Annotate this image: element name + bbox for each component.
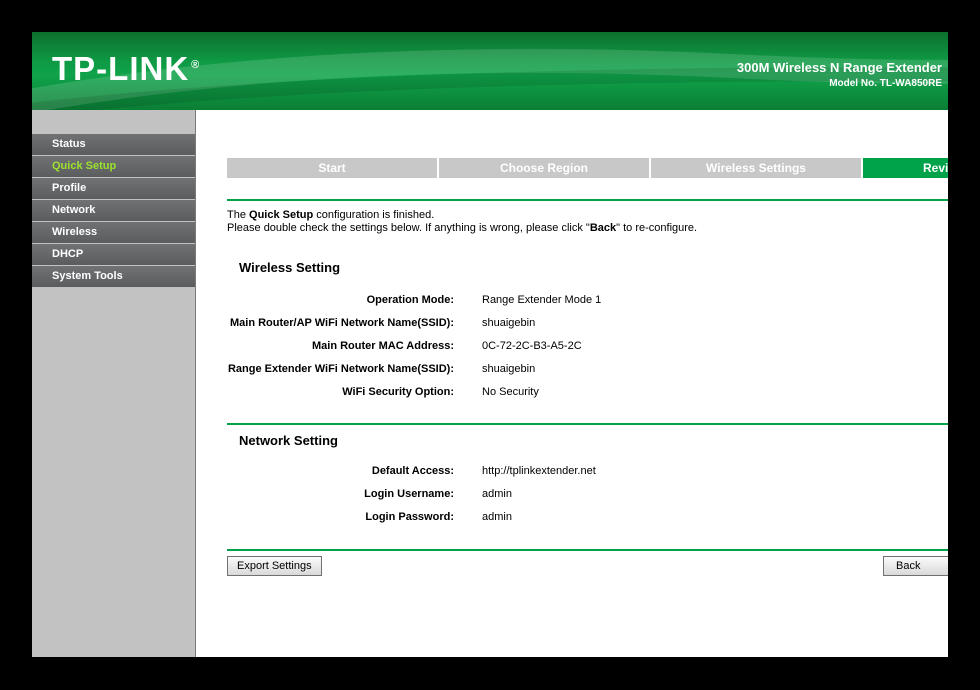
sidebar-item-label: DHCP <box>52 248 83 260</box>
sidebar-item-system-tools[interactable]: System Tools <box>32 266 195 287</box>
setting-row: WiFi Security Option: No Security <box>196 380 980 403</box>
intro-text: The Quick Setup configuration is finishe… <box>227 209 697 235</box>
divider <box>227 549 980 551</box>
setting-value: shuaigebin <box>454 363 535 375</box>
sidebar-item-status[interactable]: Status <box>32 134 195 155</box>
registered-mark-icon: ® <box>191 59 200 71</box>
text-fragment: " to re-configure. <box>616 222 697 234</box>
network-setting-rows: Default Access: http://tplinkextender.ne… <box>196 459 980 528</box>
setting-value: shuaigebin <box>454 317 535 329</box>
header: TP-LINK® 300M Wireless N Range Extender … <box>32 32 980 110</box>
wizard-progress-bar: Start Choose Region Wireless Settings Re… <box>227 158 980 178</box>
setting-label: Main Router MAC Address: <box>196 340 454 352</box>
setting-row: Main Router MAC Address: 0C-72-2C-B3-A5-… <box>196 334 980 357</box>
divider <box>227 423 980 425</box>
sidebar-item-label: System Tools <box>52 270 123 282</box>
divider <box>227 199 980 201</box>
export-settings-button[interactable]: Export Settings <box>227 556 322 576</box>
intro-line-2: Please double check the settings below. … <box>227 222 697 235</box>
setting-value: admin <box>454 488 512 500</box>
router-admin-page: TP-LINK® 300M Wireless N Range Extender … <box>32 32 980 657</box>
screen: TP-LINK® 300M Wireless N Range Extender … <box>0 0 980 690</box>
main-content: Start Choose Region Wireless Settings Re… <box>196 110 980 657</box>
sidebar-item-label: Network <box>52 204 95 216</box>
sidebar-item-label: Wireless <box>52 226 97 238</box>
tplink-logo: TP-LINK® <box>52 50 200 88</box>
wizard-step-choose-region: Choose Region <box>439 158 649 178</box>
wizard-step-wireless-settings: Wireless Settings <box>651 158 861 178</box>
wireless-setting-title: Wireless Setting <box>239 260 340 275</box>
setting-row: Default Access: http://tplinkextender.ne… <box>196 459 980 482</box>
text-fragment-bold: Back <box>590 222 616 234</box>
setting-label: WiFi Security Option: <box>196 386 454 398</box>
wizard-step-start: Start <box>227 158 437 178</box>
setting-value: No Security <box>454 386 539 398</box>
text-fragment: Please double check the settings below. … <box>227 222 590 234</box>
sidebar: Status Quick Setup Profile Network Wirel… <box>32 110 196 657</box>
text-fragment-bold: Quick Setup <box>249 209 313 221</box>
intro-line-1: The Quick Setup configuration is finishe… <box>227 209 697 222</box>
setting-row: Login Password: admin <box>196 505 980 528</box>
sidebar-menu: Status Quick Setup Profile Network Wirel… <box>32 110 195 287</box>
sidebar-item-dhcp[interactable]: DHCP <box>32 244 195 265</box>
setting-label: Login Username: <box>196 488 454 500</box>
network-setting-title: Network Setting <box>239 433 338 448</box>
setting-row: Login Username: admin <box>196 482 980 505</box>
text-fragment: The <box>227 209 249 221</box>
brand-text: TP-LINK <box>52 50 189 87</box>
sidebar-item-quick-setup[interactable]: Quick Setup <box>32 156 195 177</box>
sidebar-item-profile[interactable]: Profile <box>32 178 195 199</box>
sidebar-item-label: Profile <box>52 182 86 194</box>
setting-label: Main Router/AP WiFi Network Name(SSID): <box>196 317 454 329</box>
setting-label: Operation Mode: <box>196 294 454 306</box>
setting-value: 0C-72-2C-B3-A5-2C <box>454 340 582 352</box>
sidebar-item-label: Quick Setup <box>52 160 116 172</box>
setting-label: Login Password: <box>196 511 454 523</box>
product-name: 300M Wireless N Range Extender <box>592 60 942 75</box>
model-number: Model No. TL-WA850RE <box>592 78 942 89</box>
setting-value: http://tplinkextender.net <box>454 465 596 477</box>
text-fragment: configuration is finished. <box>313 209 434 221</box>
sidebar-item-network[interactable]: Network <box>32 200 195 221</box>
setting-row: Operation Mode: Range Extender Mode 1 <box>196 288 980 311</box>
crop-mask <box>948 0 980 690</box>
setting-row: Main Router/AP WiFi Network Name(SSID): … <box>196 311 980 334</box>
sidebar-item-label: Status <box>52 138 86 150</box>
wireless-setting-rows: Operation Mode: Range Extender Mode 1 Ma… <box>196 288 980 403</box>
setting-value: Range Extender Mode 1 <box>454 294 601 306</box>
setting-value: admin <box>454 511 512 523</box>
setting-label: Range Extender WiFi Network Name(SSID): <box>196 363 454 375</box>
setting-row: Range Extender WiFi Network Name(SSID): … <box>196 357 980 380</box>
body-row: Status Quick Setup Profile Network Wirel… <box>32 110 980 657</box>
setting-label: Default Access: <box>196 465 454 477</box>
sidebar-item-wireless[interactable]: Wireless <box>32 222 195 243</box>
device-info: 300M Wireless N Range Extender Model No.… <box>592 60 942 89</box>
